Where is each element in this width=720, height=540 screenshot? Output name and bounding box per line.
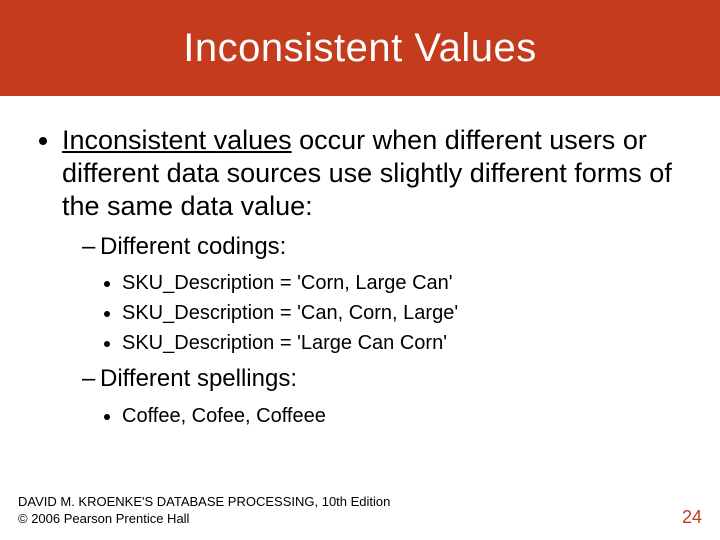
slide-body: Inconsistent values occur when different… xyxy=(0,96,720,430)
bullet-list-level1: Inconsistent values occur when different… xyxy=(36,124,684,430)
footer: DAVID M. KROENKE'S DATABASE PROCESSING, … xyxy=(18,494,702,528)
page-number: 24 xyxy=(682,507,702,528)
bullet-list-level3-spellings: Coffee, Cofee, Coffeee xyxy=(100,402,684,430)
footer-line2: © 2006 Pearson Prentice Hall xyxy=(18,511,390,528)
sub-bullet-spellings: Different spellings: Coffee, Cofee, Coff… xyxy=(82,363,684,429)
slide-title: Inconsistent Values xyxy=(183,26,536,71)
bullet-list-level2: Different codings: SKU_Description = 'Co… xyxy=(62,231,684,430)
bullet-lead-term: Inconsistent values xyxy=(62,125,292,155)
coding-example: SKU_Description = 'Corn, Large Can' xyxy=(122,269,684,297)
spelling-example: Coffee, Cofee, Coffeee xyxy=(122,402,684,430)
title-bar: Inconsistent Values xyxy=(0,0,720,96)
bullet-list-level3-codings: SKU_Description = 'Corn, Large Can' SKU_… xyxy=(100,269,684,357)
footer-left: DAVID M. KROENKE'S DATABASE PROCESSING, … xyxy=(18,494,390,528)
coding-example: SKU_Description = 'Can, Corn, Large' xyxy=(122,299,684,327)
sub-bullet-spellings-label: Different spellings: xyxy=(100,365,297,392)
sub-bullet-codings-label: Different codings: xyxy=(100,233,286,260)
bullet-main: Inconsistent values occur when different… xyxy=(62,124,684,430)
coding-example: SKU_Description = 'Large Can Corn' xyxy=(122,329,684,357)
slide: Inconsistent Values Inconsistent values … xyxy=(0,0,720,540)
sub-bullet-codings: Different codings: SKU_Description = 'Co… xyxy=(82,231,684,357)
footer-line1: DAVID M. KROENKE'S DATABASE PROCESSING, … xyxy=(18,494,390,511)
